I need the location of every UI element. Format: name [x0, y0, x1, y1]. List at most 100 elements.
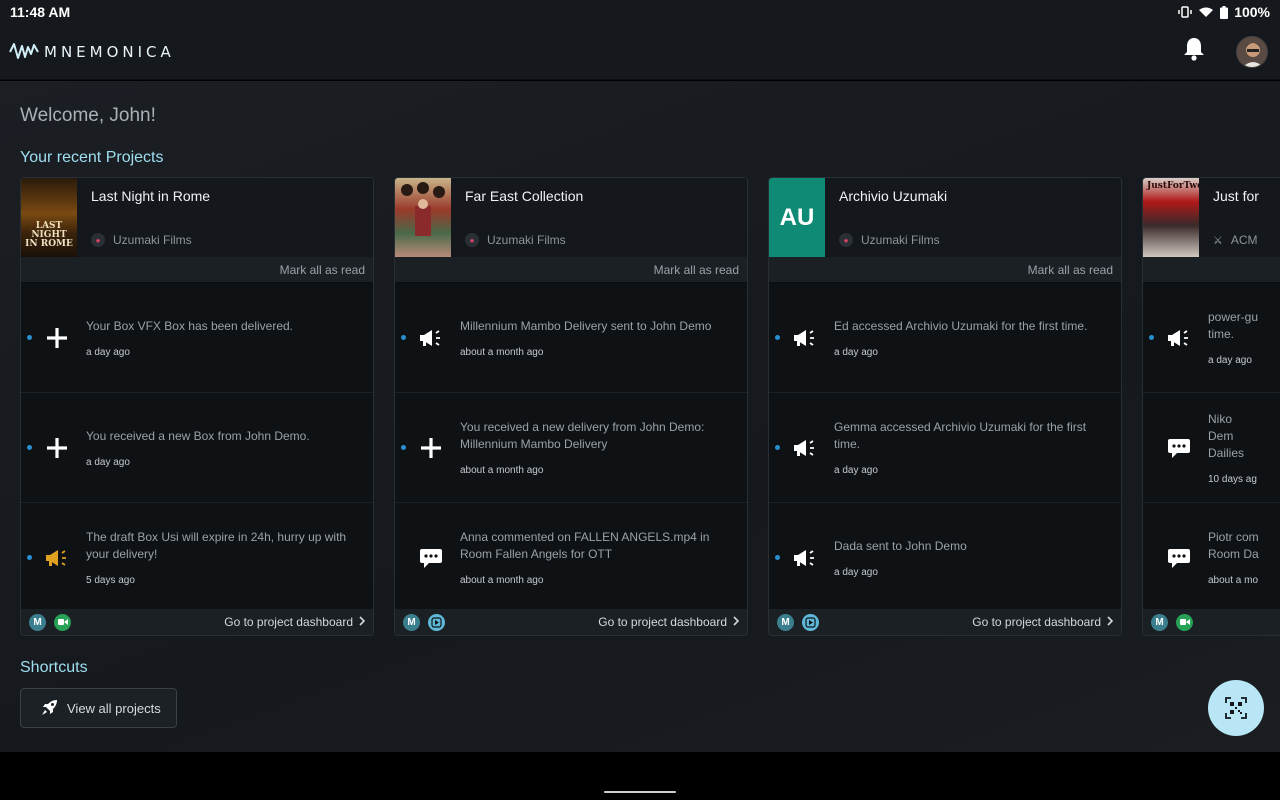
notification-text: You received a new Box from John Demo. — [86, 428, 310, 443]
project-card-header[interactable]: LAST NIGHT IN ROME Last Night in Rome ● U… — [21, 178, 373, 257]
go-to-dashboard-link[interactable]: Go to project dashboard — [598, 615, 740, 629]
notification-text: You received a new delivery from John De… — [460, 420, 705, 451]
m-chip-icon: M — [777, 613, 794, 631]
mark-all-read-button[interactable]: Mark all as read — [280, 263, 365, 277]
project-thumbnail: LAST NIGHT IN ROME — [21, 178, 77, 257]
go-to-dashboard-link[interactable]: Go to project dashboard — [972, 615, 1114, 629]
comment-icon — [411, 538, 451, 578]
notification-text: Your Box VFX Box has been delivered. — [86, 318, 294, 333]
status-time: 11:48 AM — [10, 4, 71, 20]
notification-item[interactable]: Your Box VFX Box has been delivered. a da… — [21, 283, 373, 393]
notification-time: 5 days ago — [86, 575, 135, 586]
megaphone-warning-icon — [37, 538, 77, 578]
notification-text: Gemma accessed Archivio Uzumaki for the … — [834, 420, 1087, 451]
project-name: Just for — [1213, 188, 1259, 204]
user-avatar[interactable] — [1236, 35, 1268, 68]
project-thumbnail: AU — [769, 178, 825, 257]
megaphone-icon — [785, 538, 825, 578]
notification-time: about a month ago — [460, 465, 544, 476]
organization-logo-icon: ● — [465, 233, 479, 247]
notification-time: about a month ago — [460, 575, 544, 586]
battery-percent: 100% — [1234, 4, 1270, 20]
notification-text: Niko Dem Dailies — [1208, 411, 1245, 460]
plus-icon — [37, 428, 77, 468]
notification-item[interactable]: power-gu time. a day ago — [1143, 283, 1280, 393]
chevron-right-icon — [733, 615, 740, 629]
megaphone-icon — [785, 428, 825, 468]
status-bar: 11:48 AM 100% — [0, 0, 1280, 24]
notification-item[interactable]: The draft Box Usi will expire in 24h, hu… — [21, 503, 373, 613]
recent-projects-title: Your recent Projects — [20, 149, 164, 166]
project-card-header[interactable]: JustForTwo Just for ⚔ ACM — [1143, 178, 1280, 257]
notification-item[interactable]: You received a new delivery from John De… — [395, 393, 747, 503]
project-name: Far East Collection — [465, 188, 584, 204]
plus-icon — [37, 318, 77, 358]
project-card-footer: M Go to project dashboard — [21, 609, 373, 635]
mark-all-read-button[interactable]: Mark all as read — [1028, 263, 1113, 277]
mnemonica-logo[interactable]: MNEMONICA — [8, 41, 175, 63]
unread-dot — [775, 445, 780, 450]
view-all-projects-button[interactable]: View all projects — [20, 688, 177, 728]
thumbnail-title: JustForTwo — [1147, 181, 1199, 191]
notification-item[interactable]: Millennium Mambo Delivery sent to John D… — [395, 283, 747, 393]
qr-scan-button[interactable] — [1208, 680, 1264, 736]
notification-item[interactable]: Piotr com Room Da about a mo — [1143, 503, 1280, 613]
go-to-dashboard-label: Go to project dashboard — [224, 615, 353, 629]
unread-dot — [775, 335, 780, 340]
notification-time: a day ago — [86, 456, 130, 468]
battery-icon — [1220, 5, 1229, 19]
notification-text: Ed accessed Archivio Uzumaki for the fir… — [834, 318, 1088, 333]
home-gesture-handle[interactable] — [604, 791, 676, 793]
organization-name: Uzumaki Films — [487, 233, 566, 247]
go-to-dashboard-label: Go to project dashboard — [972, 615, 1101, 629]
project-thumbnail — [395, 178, 451, 257]
notification-item[interactable]: You received a new Box from John Demo. a … — [21, 393, 373, 503]
recent-projects-list: LAST NIGHT IN ROME Last Night in Rome ● U… — [20, 177, 1280, 636]
mark-all-read-button[interactable]: Mark all as read — [654, 263, 739, 277]
project-card: JustForTwo Just for ⚔ ACM power-gu time. a… — [1142, 177, 1280, 636]
notification-text: Anna commented on FALLEN ANGELS.mp4 in R… — [460, 530, 710, 561]
project-card-header[interactable]: Far East Collection ● Uzumaki Films — [395, 178, 747, 257]
notification-item[interactable]: Gemma accessed Archivio Uzumaki for the … — [769, 393, 1121, 503]
project-card: LAST NIGHT IN ROME Last Night in Rome ● U… — [20, 177, 374, 636]
megaphone-icon — [1159, 318, 1199, 358]
notification-item[interactable]: Ed accessed Archivio Uzumaki for the fir… — [769, 283, 1121, 393]
unread-dot — [27, 335, 32, 340]
view-all-projects-label: View all projects — [67, 700, 161, 716]
organization-name: Uzumaki Films — [113, 233, 192, 247]
project-card-header[interactable]: AU Archivio Uzumaki ● Uzumaki Films — [769, 178, 1121, 257]
notification-text: The draft Box Usi will expire in 24h, hu… — [86, 530, 347, 561]
project-thumbnail: JustForTwo — [1143, 178, 1199, 257]
notifications-bell-icon[interactable] — [1182, 36, 1206, 67]
vibrate-icon — [1178, 6, 1192, 18]
notification-time: about a mo — [1208, 575, 1259, 586]
notification-item[interactable]: Anna commented on FALLEN ANGELS.mp4 in R… — [395, 503, 747, 613]
organization-logo-icon: ● — [839, 233, 853, 247]
unread-dot — [775, 555, 780, 560]
m-chip-icon: M — [403, 613, 420, 631]
notification-item[interactable]: Dada sent to John Demo a day ago — [769, 503, 1121, 613]
notification-time: a day ago — [834, 346, 878, 358]
unread-dot — [401, 445, 406, 450]
notification-time: about a month ago — [460, 346, 544, 358]
rocket-icon — [41, 698, 59, 719]
main-content: Welcome, John! Your recent Projects LAST… — [0, 81, 1280, 752]
go-to-dashboard-link[interactable]: Go to project dashboard — [224, 615, 366, 629]
chevron-right-icon — [1107, 615, 1114, 629]
unread-dot — [27, 445, 32, 450]
organization-logo-icon: ⚔ — [1213, 234, 1223, 247]
notification-time: a day ago — [1208, 355, 1252, 366]
notification-text: Piotr com Room Da — [1208, 530, 1259, 561]
status-icons: 100% — [1178, 4, 1270, 20]
shortcuts-title: Shortcuts — [20, 659, 88, 676]
system-navigation-bar — [0, 752, 1280, 800]
video-camera-icon — [1176, 613, 1193, 631]
notification-time: a day ago — [834, 566, 878, 578]
comment-icon — [1159, 428, 1199, 468]
notification-text: Millennium Mambo Delivery sent to John D… — [460, 318, 712, 333]
megaphone-icon — [785, 318, 825, 358]
unread-dot — [1149, 335, 1154, 340]
notification-item[interactable]: Niko Dem Dailies 10 days ag — [1143, 393, 1280, 503]
notification-time: a day ago — [86, 346, 130, 358]
thumbnail-title: LAST NIGHT IN ROME — [25, 221, 73, 249]
